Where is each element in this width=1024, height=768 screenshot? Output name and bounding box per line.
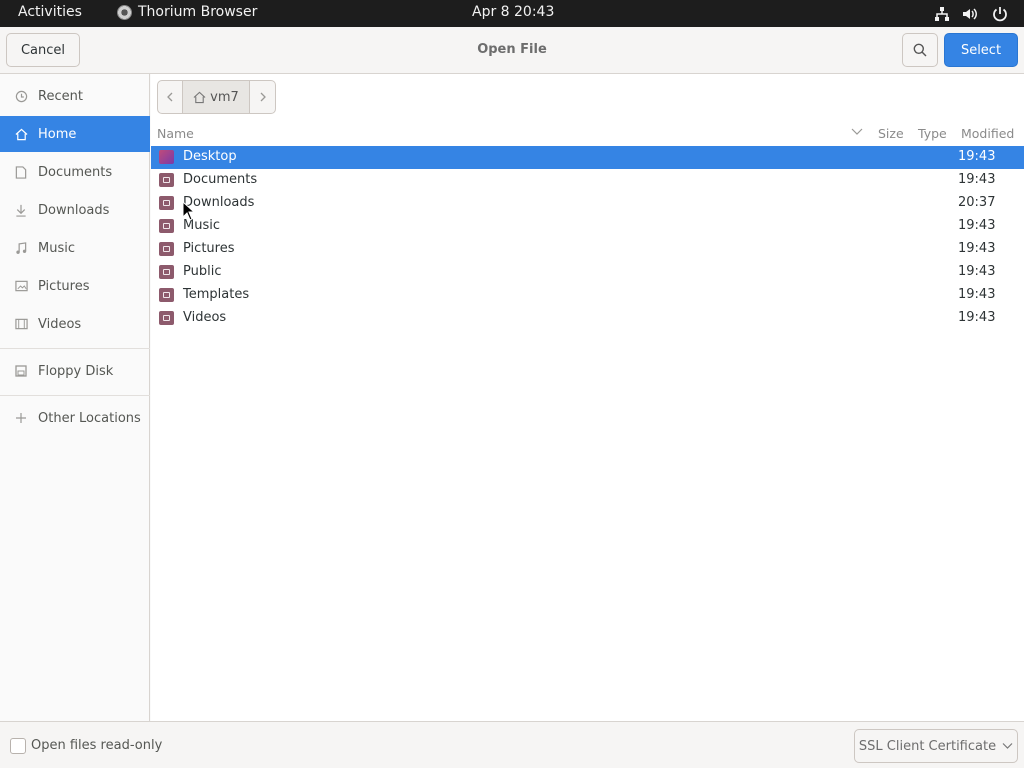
video-icon	[14, 317, 28, 331]
file-modified: 19:43	[958, 149, 996, 164]
table-row[interactable]: Public 19:43	[151, 261, 1024, 284]
places-sidebar: Recent Home Documents Downloads Music Pi…	[0, 74, 150, 721]
dialog-header: Cancel Open File Select	[0, 27, 1024, 74]
search-icon	[913, 43, 927, 57]
app-menu[interactable]: Thorium Browser	[117, 4, 257, 20]
sidebar-item-downloads[interactable]: Downloads	[0, 192, 150, 228]
sidebar-item-music[interactable]: Music	[0, 230, 150, 266]
path-forward-button[interactable]	[250, 80, 276, 114]
file-modified: 19:43	[958, 310, 996, 325]
sidebar-item-label: Documents	[38, 164, 113, 180]
system-tray[interactable]	[933, 5, 1008, 22]
dialog-title: Open File	[477, 42, 547, 57]
path-segment-home[interactable]: vm7	[183, 80, 250, 114]
home-icon	[193, 91, 206, 103]
chevron-left-icon	[167, 92, 173, 102]
sidebar-item-label: Pictures	[38, 278, 90, 294]
file-name: Public	[183, 264, 222, 279]
file-modified: 20:37	[958, 195, 996, 210]
home-icon	[14, 127, 28, 141]
folder-public-icon	[159, 265, 174, 279]
column-header: Name Size Type Modified	[151, 122, 1024, 145]
floppy-icon	[14, 364, 28, 378]
sidebar-divider	[0, 348, 150, 349]
sidebar-item-label: Downloads	[38, 202, 110, 218]
path-back-button[interactable]	[157, 80, 183, 114]
file-name: Templates	[183, 287, 250, 302]
table-row[interactable]: Pictures 19:43	[151, 238, 1024, 261]
top-bar: Activities Thorium Browser Apr 8 20:43	[0, 0, 1024, 27]
table-row[interactable]: Music 19:43	[151, 215, 1024, 238]
sidebar-item-label: Videos	[38, 316, 82, 332]
file-name: Videos	[183, 310, 227, 325]
select-button[interactable]: Select	[944, 33, 1018, 67]
folder-music-icon	[159, 219, 174, 233]
sidebar-item-label: Home	[38, 126, 77, 142]
network-icon[interactable]	[933, 5, 950, 22]
music-icon	[14, 241, 28, 255]
sidebar-item-label: Floppy Disk	[38, 363, 114, 379]
plus-icon	[14, 411, 28, 425]
file-list: Desktop 19:43 Documents 19:43 Downloads …	[151, 146, 1024, 330]
path-segment-label: vm7	[210, 89, 239, 105]
file-name: Documents	[183, 172, 258, 187]
file-name: Pictures	[183, 241, 235, 256]
document-icon	[14, 165, 28, 179]
chevron-down-icon[interactable]	[851, 127, 863, 137]
table-row[interactable]: Documents 19:43	[151, 169, 1024, 192]
table-row[interactable]: Templates 19:43	[151, 284, 1024, 307]
folder-downloads-icon	[159, 196, 174, 210]
column-size[interactable]: Size	[878, 126, 904, 141]
table-row[interactable]: Desktop 19:43	[151, 146, 1024, 169]
file-modified: 19:43	[958, 172, 996, 187]
sidebar-item-recent[interactable]: Recent	[0, 78, 150, 114]
picture-icon	[14, 279, 28, 293]
folder-templates-icon	[159, 288, 174, 302]
sidebar-divider	[0, 395, 150, 396]
sidebar-item-other-locations[interactable]: Other Locations	[0, 400, 150, 436]
table-row[interactable]: Downloads 20:37	[151, 192, 1024, 215]
file-browser: vm7 Name Size Type Modified Desktop 19:4…	[151, 74, 1024, 721]
chevron-down-icon	[1002, 743, 1013, 749]
column-type[interactable]: Type	[918, 126, 947, 141]
search-button[interactable]	[902, 33, 938, 67]
sidebar-item-documents[interactable]: Documents	[0, 154, 150, 190]
sidebar-item-pictures[interactable]: Pictures	[0, 268, 150, 304]
download-icon	[14, 203, 28, 217]
folder-videos-icon	[159, 311, 174, 325]
dialog-footer: Open files read-only SSL Client Certific…	[0, 721, 1024, 768]
sidebar-item-label: Music	[38, 240, 75, 256]
mouse-cursor-icon	[182, 201, 195, 221]
read-only-label[interactable]: Open files read-only	[31, 738, 162, 753]
column-name[interactable]: Name	[157, 126, 194, 141]
chevron-right-icon	[260, 92, 266, 102]
file-modified: 19:43	[958, 218, 996, 233]
file-modified: 19:43	[958, 287, 996, 302]
clock[interactable]: Apr 8 20:43	[472, 4, 554, 20]
clock-icon	[14, 89, 28, 103]
file-modified: 19:43	[958, 264, 996, 279]
app-name: Thorium Browser	[138, 4, 258, 20]
path-bar: vm7	[157, 80, 276, 114]
file-filter-label: SSL Client Certificate	[858, 738, 997, 754]
table-row[interactable]: Videos 19:43	[151, 307, 1024, 330]
sidebar-item-home[interactable]: Home	[0, 116, 150, 152]
sidebar-item-videos[interactable]: Videos	[0, 306, 150, 342]
read-only-checkbox[interactable]	[10, 738, 26, 754]
sidebar-item-floppy-disk[interactable]: Floppy Disk	[0, 353, 150, 389]
sidebar-item-label: Recent	[38, 88, 83, 104]
folder-desktop-icon	[159, 150, 174, 164]
thorium-browser-icon	[117, 4, 132, 20]
power-icon[interactable]	[991, 5, 1008, 22]
folder-pictures-icon	[159, 242, 174, 256]
column-modified[interactable]: Modified	[961, 126, 1014, 141]
activities-button[interactable]: Activities	[18, 4, 82, 20]
volume-icon[interactable]	[962, 5, 979, 22]
sidebar-item-label: Other Locations	[38, 410, 141, 426]
file-name: Desktop	[183, 149, 237, 164]
folder-documents-icon	[159, 173, 174, 187]
file-modified: 19:43	[958, 241, 996, 256]
file-filter-dropdown[interactable]: SSL Client Certificate	[854, 729, 1018, 763]
